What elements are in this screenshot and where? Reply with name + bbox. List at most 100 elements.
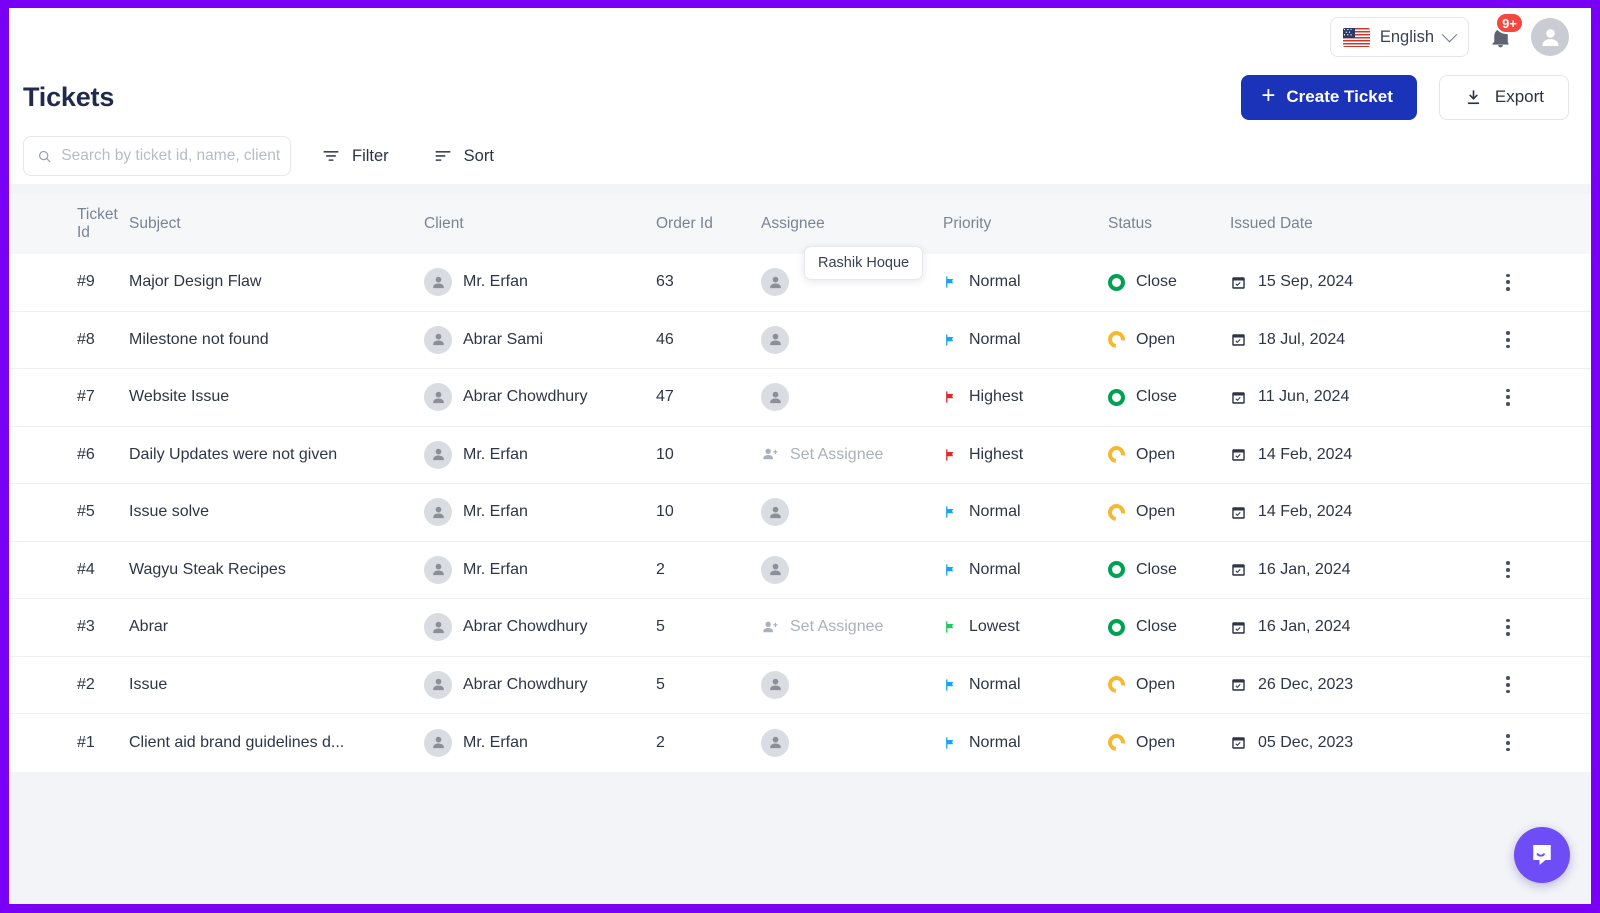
priority-flag-icon xyxy=(943,447,958,463)
cell-status: Close xyxy=(1108,273,1230,291)
cell-issued-date: 05 Dec, 2023 xyxy=(1230,734,1440,752)
client-avatar-icon xyxy=(424,326,452,354)
set-assignee-button[interactable]: Set Assignee xyxy=(761,445,943,464)
cell-assignee xyxy=(761,498,943,526)
sort-button[interactable]: Sort xyxy=(419,136,508,176)
search-toolbar: Filter Sort xyxy=(9,128,1591,184)
search-icon xyxy=(37,148,52,165)
create-ticket-label: Create Ticket xyxy=(1286,87,1392,107)
priority-flag-icon xyxy=(943,735,958,751)
assignee-tooltip: Rashik Hoque xyxy=(804,246,923,280)
issued-date-label: 05 Dec, 2023 xyxy=(1258,734,1353,752)
set-assignee-button[interactable]: Set Assignee xyxy=(761,618,943,637)
assignee-avatar[interactable] xyxy=(761,556,789,584)
chat-bubble-icon xyxy=(1527,840,1557,870)
assignee-avatar[interactable] xyxy=(761,498,789,526)
assignee-avatar[interactable] xyxy=(761,383,789,411)
cell-order-id: 46 xyxy=(656,331,761,349)
table-row[interactable]: #3 Abrar Abrar Chowdhury 5 Set Assignee xyxy=(9,599,1591,657)
calendar-icon xyxy=(1230,504,1247,521)
table-row[interactable]: #6 Daily Updates were not given Mr. Erfa… xyxy=(9,427,1591,485)
client-name: Mr. Erfan xyxy=(463,273,528,291)
priority-label: Highest xyxy=(969,388,1023,406)
cell-order-id: 5 xyxy=(656,676,761,694)
screenshot-frame: English 9+ Tickets + Create Ticket xyxy=(0,0,1600,913)
cell-actions xyxy=(1440,271,1591,293)
status-ring-icon xyxy=(1108,561,1125,578)
priority-flag-icon xyxy=(943,677,958,693)
priority-label: Lowest xyxy=(969,618,1020,636)
cell-issued-date: 14 Feb, 2024 xyxy=(1230,446,1440,464)
cell-client: Mr. Erfan xyxy=(424,556,656,584)
export-button[interactable]: Export xyxy=(1439,75,1569,120)
row-actions-menu[interactable] xyxy=(1497,329,1519,351)
cell-actions xyxy=(1440,616,1591,638)
cell-assignee xyxy=(761,326,943,354)
calendar-icon xyxy=(1230,561,1247,578)
row-actions-menu[interactable] xyxy=(1497,616,1519,638)
row-actions-menu[interactable] xyxy=(1497,674,1519,696)
table-row[interactable]: #9 Major Design Flaw Mr. Erfan 63 xyxy=(9,254,1591,312)
user-avatar[interactable] xyxy=(1531,18,1569,56)
assignee-avatar[interactable] xyxy=(761,671,789,699)
cell-actions xyxy=(1440,559,1591,581)
client-avatar-icon xyxy=(424,498,452,526)
assignee-avatar[interactable] xyxy=(761,326,789,354)
search-input[interactable] xyxy=(61,147,280,165)
cell-order-id: 10 xyxy=(656,446,761,464)
table-row[interactable]: #2 Issue Abrar Chowdhury 5 Norm xyxy=(9,657,1591,715)
client-name: Abrar Sami xyxy=(463,331,543,349)
chat-launcher-button[interactable] xyxy=(1514,827,1570,883)
person-add-icon xyxy=(761,618,780,637)
priority-label: Normal xyxy=(969,734,1021,752)
user-avatar-icon xyxy=(766,273,785,292)
cell-client: Mr. Erfan xyxy=(424,498,656,526)
calendar-icon xyxy=(1230,734,1247,751)
client-name: Abrar Chowdhury xyxy=(463,388,588,406)
cell-client: Abrar Chowdhury xyxy=(424,613,656,641)
cell-ticket-id: #9 xyxy=(9,273,119,291)
issued-date-label: 14 Feb, 2024 xyxy=(1258,503,1352,521)
table-row[interactable]: #8 Milestone not found Abrar Sami 46 xyxy=(9,312,1591,370)
priority-flag-icon xyxy=(943,504,958,520)
cell-order-id: 10 xyxy=(656,503,761,521)
table-row[interactable]: #7 Website Issue Abrar Chowdhury 47 xyxy=(9,369,1591,427)
cell-ticket-id: #4 xyxy=(9,561,119,579)
cell-order-id: 2 xyxy=(656,561,761,579)
table-row[interactable]: #1 Client aid brand guidelines d... Mr. … xyxy=(9,714,1591,772)
priority-flag-icon xyxy=(943,389,958,405)
column-header-order-id: Order Id xyxy=(656,215,761,233)
search-box[interactable] xyxy=(23,136,291,176)
cell-client: Abrar Sami xyxy=(424,326,656,354)
cell-priority: Lowest xyxy=(943,618,1108,636)
filter-button[interactable]: Filter xyxy=(307,136,403,176)
header-actions: + Create Ticket Export xyxy=(1241,75,1569,120)
cell-order-id: 63 xyxy=(656,273,761,291)
cell-assignee xyxy=(761,671,943,699)
assignee-avatar[interactable] xyxy=(761,729,789,757)
table-row[interactable]: #5 Issue solve Mr. Erfan 10 Nor xyxy=(9,484,1591,542)
priority-flag-icon xyxy=(943,562,958,578)
cell-status: Close xyxy=(1108,561,1230,579)
status-ring-icon xyxy=(1105,328,1129,352)
client-name: Mr. Erfan xyxy=(463,503,528,521)
language-selector[interactable]: English xyxy=(1330,17,1469,57)
row-actions-menu[interactable] xyxy=(1497,386,1519,408)
cell-client: Abrar Chowdhury xyxy=(424,383,656,411)
cell-priority: Normal xyxy=(943,503,1108,521)
cell-client: Mr. Erfan xyxy=(424,268,656,296)
notifications-button[interactable]: 9+ xyxy=(1485,20,1515,54)
download-icon xyxy=(1464,88,1483,107)
row-actions-menu[interactable] xyxy=(1497,271,1519,293)
row-actions-menu[interactable] xyxy=(1497,559,1519,581)
create-ticket-button[interactable]: + Create Ticket xyxy=(1241,75,1416,120)
column-header-ticket-id: Ticket Id xyxy=(9,206,119,242)
table-row[interactable]: #4 Wagyu Steak Recipes Mr. Erfan 2 xyxy=(9,542,1591,600)
table-body: #9 Major Design Flaw Mr. Erfan 63 xyxy=(9,254,1591,772)
row-actions-menu[interactable] xyxy=(1497,732,1519,754)
client-name: Mr. Erfan xyxy=(463,561,528,579)
chevron-down-icon xyxy=(1442,26,1458,42)
cell-assignee: Set Assignee xyxy=(761,445,943,464)
cell-issued-date: 18 Jul, 2024 xyxy=(1230,331,1440,349)
assignee-avatar[interactable] xyxy=(761,268,789,296)
